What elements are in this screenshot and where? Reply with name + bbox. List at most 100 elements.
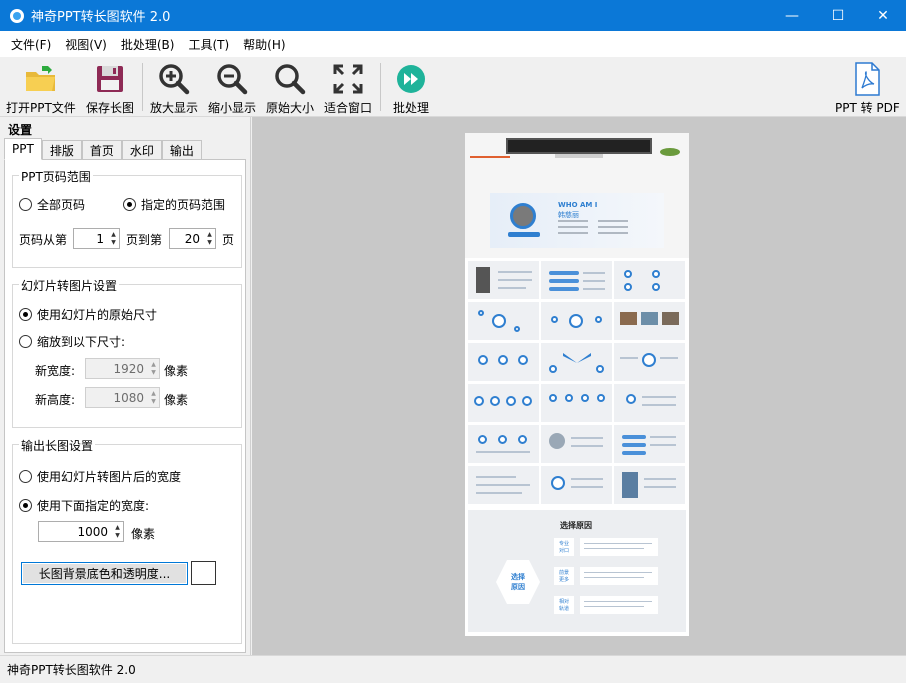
slide-thumb: [468, 261, 539, 299]
open-folder-icon: [23, 61, 59, 97]
tab-ppt[interactable]: PPT: [4, 138, 42, 160]
output-group: 输出长图设置 使用幻灯片转图片后的宽度 使用下面指定的宽度: 1000 ▲ ▼ 像…: [12, 437, 242, 644]
use-specified-width-radio[interactable]: 使用下面指定的宽度:: [19, 497, 149, 514]
window-title: 神奇PPT转长图软件 2.0: [31, 10, 171, 25]
save-disk-icon: [92, 61, 128, 97]
tab-content: PPT页码范围 全部页码 指定的页码范围 页码从第 1 ▲ ▼ 页到第 20 ▲ ▼…: [4, 159, 246, 653]
original-size-button[interactable]: 原始大小: [266, 61, 314, 116]
fit-window-button[interactable]: 适合窗口: [324, 61, 372, 116]
spinner-arrows-icon[interactable]: ▲ ▼: [148, 388, 159, 407]
zoom-out-button[interactable]: 缩小显示: [208, 61, 256, 116]
settings-tabs: PPT 排版 首页 水印 输出: [4, 138, 202, 160]
group-title: 输出长图设置: [19, 437, 96, 454]
slide-thumb: [614, 466, 685, 504]
expand-icon: [330, 61, 366, 97]
from-label: 页码从第: [19, 233, 68, 247]
use-original-size-radio[interactable]: 使用幻灯片的原始尺寸: [19, 306, 157, 323]
batch-button[interactable]: 批处理: [393, 61, 429, 116]
slide-image-group: 幻灯片转图片设置 使用幻灯片的原始尺寸 缩放到以下尺寸: 新宽度: 1920 ▲…: [12, 277, 242, 428]
long-image-preview[interactable]: WHO AM I 韩慈丽 选择原因 选择 原因 专业 对口 前景 更多 相对 轨…: [465, 133, 689, 636]
page-suffix: 页: [222, 233, 235, 247]
slide-thumb: [468, 384, 539, 422]
slide-thumb: [541, 384, 612, 422]
status-text: 神奇PPT转长图软件 2.0: [7, 663, 136, 677]
page-range-group: PPT页码范围 全部页码 指定的页码范围 页码从第 1 ▲ ▼ 页到第 20 ▲ ▼…: [12, 168, 242, 268]
menu-view[interactable]: 视图(V): [58, 36, 114, 53]
background-color-swatch[interactable]: [191, 561, 216, 585]
slide-thumb: [468, 425, 539, 463]
scale-to-radio[interactable]: 缩放到以下尺寸:: [19, 333, 125, 350]
settings-panel: 设置 PPT 排版 首页 水印 输出 PPT页码范围 全部页码 指定的页码范围 …: [0, 117, 251, 655]
use-converted-width-radio[interactable]: 使用幻灯片转图片后的宽度: [19, 468, 181, 485]
zoom-out-icon: [214, 61, 250, 97]
menu-file[interactable]: 文件(F): [4, 36, 58, 53]
page-from-spinner[interactable]: 1 ▲ ▼: [73, 228, 120, 249]
slide-thumb: [541, 343, 612, 381]
spinner-arrows-icon[interactable]: ▲ ▼: [108, 229, 119, 248]
who-am-i-text: WHO AM I: [558, 201, 598, 209]
open-ppt-button[interactable]: 打开PPT文件: [6, 61, 76, 116]
zoom-in-button[interactable]: 放大显示: [150, 61, 198, 116]
slide-thumb: [614, 425, 685, 463]
slide-thumb: [541, 302, 612, 340]
slide-thumb: [614, 384, 685, 422]
minimize-button[interactable]: —: [769, 0, 815, 31]
height-label: 新高度:: [35, 393, 76, 407]
unit-label: 像素: [164, 364, 189, 378]
slide-thumb: [468, 466, 539, 504]
profile-name: 韩慈丽: [558, 211, 579, 219]
reason-item: 专业 对口: [554, 538, 574, 556]
group-title: PPT页码范围: [19, 168, 93, 185]
magnifier-icon: [272, 61, 308, 97]
ppt-to-pdf-button[interactable]: PPT 转 PDF: [835, 61, 900, 116]
slide-thumb: [468, 343, 539, 381]
output-width-spinner[interactable]: 1000 ▲ ▼: [38, 521, 124, 542]
pdf-icon: [849, 61, 885, 97]
page-to-spinner[interactable]: 20 ▲ ▼: [169, 228, 216, 249]
menu-batch[interactable]: 批处理(B): [114, 36, 182, 53]
unit-label: 像素: [164, 393, 189, 407]
tab-watermark[interactable]: 水印: [121, 140, 162, 160]
save-image-button[interactable]: 保存长图: [86, 61, 134, 116]
slide-thumb: [541, 425, 612, 463]
slide-thumb: [541, 466, 612, 504]
tab-layout[interactable]: 排版: [41, 140, 82, 160]
group-title: 幻灯片转图片设置: [19, 277, 120, 294]
title-bar: 神奇PPT转长图软件 2.0 — ☐ ✕: [0, 0, 906, 31]
profile-photo: [510, 203, 536, 229]
tab-homepage[interactable]: 首页: [81, 140, 122, 160]
menu-bar: 文件(F) 视图(V) 批处理(B) 工具(T) 帮助(H): [0, 31, 906, 57]
preview-slide-reasons: 选择原因 选择 原因 专业 对口 前景 更多 相对 轨道: [468, 510, 686, 632]
background-color-button[interactable]: 长图背景底色和透明度...: [21, 562, 188, 585]
menu-help[interactable]: 帮助(H): [236, 36, 292, 53]
reasons-title: 选择原因: [560, 521, 592, 530]
reason-item: 相对 轨道: [554, 596, 574, 614]
tab-output[interactable]: 输出: [161, 140, 202, 160]
zoom-in-icon: [156, 61, 192, 97]
new-width-spinner[interactable]: 1920 ▲ ▼: [85, 358, 160, 379]
all-pages-radio[interactable]: 全部页码: [19, 196, 85, 213]
reasons-center-hex: 选择 原因: [496, 560, 540, 604]
preview-slide-cover: WHO AM I 韩慈丽: [465, 133, 689, 258]
spinner-arrows-icon[interactable]: ▲ ▼: [148, 359, 159, 378]
fast-forward-icon: [393, 61, 429, 97]
maximize-button[interactable]: ☐: [815, 0, 861, 31]
slide-thumb: [541, 261, 612, 299]
app-icon: [10, 8, 24, 23]
close-button[interactable]: ✕: [860, 0, 906, 31]
specified-range-radio[interactable]: 指定的页码范围: [123, 196, 225, 213]
slide-thumb: [614, 302, 685, 340]
status-bar: 神奇PPT转长图软件 2.0: [0, 655, 906, 683]
toolbar: 打开PPT文件 保存长图 放大显示 缩小显示 原始大小 适合窗口 批处理 PPT…: [0, 57, 906, 117]
toolbar-separator: [380, 63, 381, 111]
slide-thumb: [614, 343, 685, 381]
spinner-arrows-icon[interactable]: ▲ ▼: [112, 522, 123, 541]
toolbar-separator: [142, 63, 143, 111]
preview-area[interactable]: WHO AM I 韩慈丽 选择原因 选择 原因 专业 对口 前景 更多 相对 轨…: [252, 117, 906, 655]
spinner-arrows-icon[interactable]: ▲ ▼: [204, 229, 215, 248]
to-label: 页到第: [126, 233, 163, 247]
slide-thumb: [614, 261, 685, 299]
settings-header: 设置: [8, 123, 33, 137]
new-height-spinner[interactable]: 1080 ▲ ▼: [85, 387, 160, 408]
menu-tools[interactable]: 工具(T): [181, 36, 236, 53]
